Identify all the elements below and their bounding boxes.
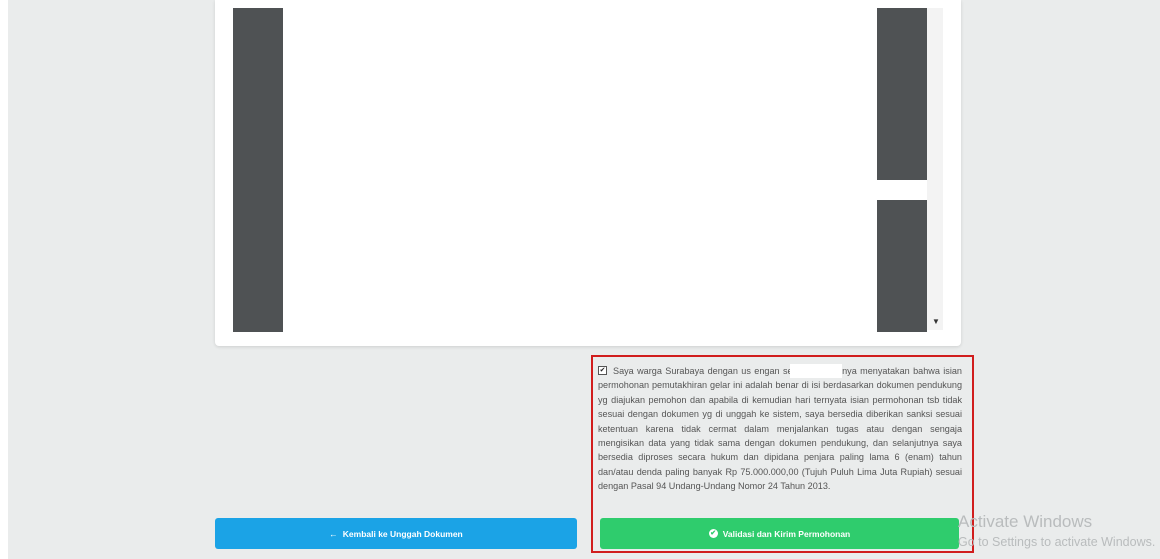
- left-edge-strip: [0, 0, 8, 559]
- scroll-down-arrow-icon[interactable]: ▼: [932, 317, 940, 326]
- consent-statement: ✔ Saya warga Surabaya dengan us engan seb…: [598, 364, 962, 494]
- viewer-scrollbar[interactable]: [927, 8, 943, 330]
- document-preview-right-panel-top: [877, 8, 927, 180]
- check-circle-icon: ✔: [708, 529, 718, 538]
- document-preview-right-panel-bottom: [877, 200, 927, 332]
- document-preview-left-panel: [233, 8, 283, 332]
- windows-activation-title: Activate Windows: [958, 512, 1093, 531]
- windows-activation-subtitle: Go to Settings to activate Windows.: [958, 535, 1156, 549]
- consent-text: Saya warga Surabaya dengan us engan sebe…: [598, 366, 962, 492]
- back-to-upload-button[interactable]: ← Kembali ke Unggah Dokumen: [215, 518, 577, 549]
- submit-button-label: Validasi dan Kirim Permohonan: [722, 528, 851, 539]
- back-button-label: Kembali ke Unggah Dokumen: [342, 528, 463, 539]
- validate-submit-button[interactable]: ✔ Validasi dan Kirim Permohonan: [600, 518, 959, 549]
- document-viewer: [215, 0, 961, 346]
- consent-checkbox[interactable]: ✔: [598, 366, 607, 376]
- arrow-left-icon: ←: [329, 528, 338, 539]
- redacted-name-mask: [790, 364, 842, 378]
